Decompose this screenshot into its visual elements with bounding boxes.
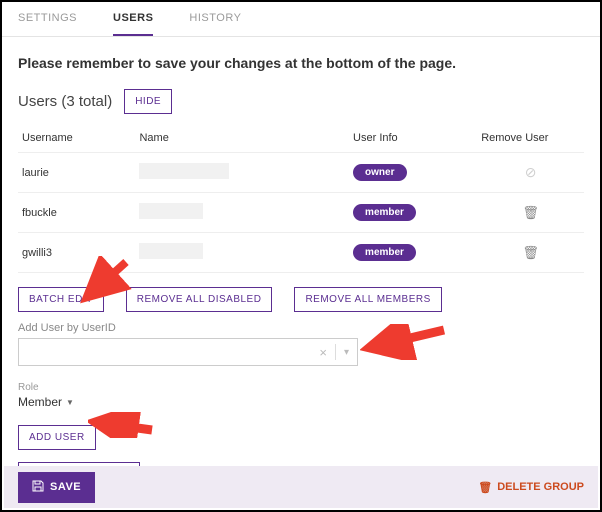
save-button[interactable]: SAVE	[18, 472, 95, 503]
save-label: SAVE	[50, 481, 81, 493]
users-table: Username Name User Info Remove User laur…	[18, 124, 584, 273]
delete-group-label: DELETE GROUP	[497, 481, 584, 493]
col-name: Name	[135, 124, 349, 153]
table-row: fbuckle member 🗑	[18, 193, 584, 233]
tab-settings[interactable]: SETTINGS	[18, 12, 77, 36]
add-user-input[interactable]	[19, 339, 311, 365]
cell-username: laurie	[18, 153, 135, 193]
add-user-label: Add User by UserID	[18, 322, 584, 334]
cell-username: fbuckle	[18, 193, 135, 233]
cell-name-placeholder	[139, 203, 203, 219]
add-user-button[interactable]: ADD USER	[18, 425, 96, 450]
role-label: Role	[18, 382, 584, 393]
delete-group-button[interactable]: 🗑 DELETE GROUP	[478, 481, 584, 494]
remove-all-disabled-button[interactable]: REMOVE ALL DISABLED	[126, 287, 273, 312]
batch-edit-button[interactable]: BATCH EDIT	[18, 287, 104, 312]
caret-down-icon: ▼	[66, 398, 74, 407]
table-row: laurie owner ⊘	[18, 153, 584, 193]
save-notice: Please remember to save your changes at …	[18, 55, 584, 71]
col-remove: Remove User	[477, 124, 584, 153]
tab-history[interactable]: HISTORY	[189, 12, 241, 36]
trash-icon[interactable]: 🗑	[522, 245, 539, 260]
cell-name-placeholder	[139, 243, 203, 259]
user-role-badge: member	[353, 244, 416, 261]
trash-icon[interactable]: 🗑	[522, 205, 539, 220]
role-select[interactable]: Member ▼	[18, 395, 74, 409]
users-section-title: Users (3 total)	[18, 93, 112, 110]
table-row: gwilli3 member 🗑	[18, 233, 584, 273]
cell-name-placeholder	[139, 163, 229, 179]
user-role-badge: member	[353, 204, 416, 221]
trash-icon: 🗑	[478, 481, 492, 494]
hide-button[interactable]: HIDE	[124, 89, 172, 114]
col-username: Username	[18, 124, 135, 153]
col-userinfo: User Info	[349, 124, 477, 153]
tab-users[interactable]: USERS	[113, 12, 153, 36]
remove-all-members-button[interactable]: REMOVE ALL MEMBERS	[294, 287, 441, 312]
footer-bar: SAVE 🗑 DELETE GROUP	[4, 466, 598, 508]
remove-disabled-icon: ⊘	[525, 164, 537, 180]
tab-bar: SETTINGS USERS HISTORY	[2, 2, 600, 37]
clear-icon[interactable]: ×	[311, 345, 335, 360]
role-value: Member	[18, 395, 62, 409]
add-user-select[interactable]: × ▾	[18, 338, 358, 366]
user-role-badge: owner	[353, 164, 406, 181]
chevron-down-icon[interactable]: ▾	[336, 347, 357, 358]
save-icon	[32, 480, 44, 495]
cell-username: gwilli3	[18, 233, 135, 273]
